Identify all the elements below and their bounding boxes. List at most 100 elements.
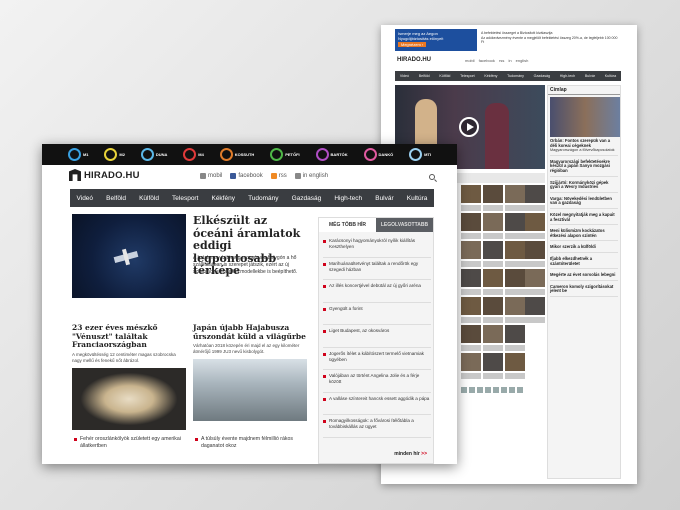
video-thumbnail[interactable] bbox=[525, 297, 545, 315]
nav-item[interactable]: Kékfény bbox=[211, 195, 235, 202]
headline-link[interactable]: A túlsúly évente majdnem félmillió rákos… bbox=[195, 436, 309, 449]
page-button[interactable] bbox=[501, 387, 507, 393]
news-item[interactable]: Karácsonyi hagyományokról nyílik kiállít… bbox=[323, 238, 431, 258]
channel-mti[interactable]: MTI bbox=[409, 148, 431, 161]
tab-most-read[interactable]: LEGOLVASOTTABB bbox=[376, 218, 433, 232]
video-thumbnail[interactable] bbox=[505, 185, 525, 203]
sidebar-news-title[interactable]: Varga: Növekedési lendületben van a gazd… bbox=[550, 196, 618, 206]
sidebar-news-title[interactable]: Cameron komoly szigorításokat jelent be bbox=[550, 284, 618, 294]
article-card[interactable]: Japán újabb Hajabusza űrszondát küld a v… bbox=[193, 323, 307, 421]
sidebar-news-item[interactable]: Ifjabb elkezdhetnék a szántóterületet bbox=[550, 256, 618, 270]
sidebar-news-title[interactable]: Orbán: Fontos szerepük van a déli koreai… bbox=[550, 138, 618, 148]
back-nav-item[interactable]: Külföld bbox=[439, 74, 450, 78]
channel-bartók[interactable]: BARTÓK bbox=[315, 148, 348, 161]
news-item[interactable]: A valláse színtereit hancsk essett aggód… bbox=[323, 396, 431, 415]
nav-item[interactable]: High-tech bbox=[334, 195, 362, 202]
video-thumbnail[interactable] bbox=[525, 213, 545, 231]
sidebar-news-title[interactable]: Magyarországi befektetésekre készül a ja… bbox=[550, 159, 618, 174]
video-thumbnail[interactable] bbox=[483, 353, 503, 371]
nav-item[interactable]: Bulvár bbox=[375, 195, 393, 202]
back-nav-item[interactable]: Videó bbox=[400, 74, 409, 78]
video-thumbnail[interactable] bbox=[461, 241, 481, 259]
channel-m4[interactable]: M4 bbox=[183, 148, 204, 161]
article-title[interactable]: 23 ezer éves mészkő "Vénuszt" találtak F… bbox=[72, 323, 186, 350]
headline-link[interactable]: Fehér oroszlánkölyök született egy ameri… bbox=[74, 436, 188, 449]
video-thumbnail[interactable] bbox=[505, 325, 525, 343]
news-item[interactable]: Az illés koncertjével debütál az új győr… bbox=[323, 283, 431, 303]
video-thumbnail[interactable] bbox=[461, 213, 481, 231]
facebook-link[interactable]: facebook bbox=[230, 173, 263, 179]
back-nav-item[interactable]: Belföld bbox=[419, 74, 430, 78]
search-icon[interactable] bbox=[429, 174, 435, 180]
video-thumbnail[interactable] bbox=[505, 241, 525, 259]
news-item[interactable]: Valójában az történt Angelina Jolie és a… bbox=[323, 373, 431, 393]
video-thumbnail[interactable] bbox=[483, 297, 503, 315]
sidebar-news-title[interactable]: Ifjabb elkezdhetnék a szántóterületet bbox=[550, 256, 618, 266]
sidebar-news-title[interactable]: Mikor szerzik a külföldi bbox=[550, 245, 618, 250]
video-thumbnail[interactable] bbox=[483, 185, 503, 203]
sidebar-news-title[interactable]: Közel megnyitatják meg a kapuit a feszti… bbox=[550, 212, 618, 222]
play-icon[interactable] bbox=[459, 117, 479, 137]
back-nav-item[interactable]: Telesport bbox=[460, 74, 475, 78]
news-item[interactable]: Liget Budapest, az okosváros bbox=[323, 328, 431, 348]
pagination[interactable] bbox=[461, 387, 545, 393]
english-link[interactable]: in english bbox=[294, 173, 328, 179]
video-thumbnail[interactable] bbox=[483, 241, 503, 259]
nav-item[interactable]: Kultúra bbox=[407, 195, 428, 202]
sidebar-news-item[interactable]: Varga: Növekedési lendületben van a gazd… bbox=[550, 196, 618, 209]
page-button[interactable] bbox=[477, 387, 483, 393]
article-image[interactable] bbox=[72, 367, 186, 430]
nav-item[interactable]: Belföld bbox=[106, 195, 126, 202]
video-thumbnail[interactable] bbox=[525, 185, 545, 203]
sidebar-news-item[interactable]: Magyarországi befektetésekre készül a ja… bbox=[550, 159, 618, 177]
article-card[interactable]: 23 ezer éves mészkő "Vénuszt" találtak F… bbox=[72, 323, 186, 430]
sidebar-news-item[interactable]: Megérte az évet sorsolás lebegni bbox=[550, 272, 618, 281]
lead-article-image[interactable] bbox=[72, 214, 186, 298]
article-image[interactable] bbox=[193, 359, 307, 421]
sidebar-news-title[interactable]: Meni külismizm kockázatos étkezési alapo… bbox=[550, 228, 618, 238]
page-button[interactable] bbox=[517, 387, 523, 393]
sidebar-news-item[interactable]: Szijjártó: Kormányközi gépek gyári a Wes… bbox=[550, 180, 618, 193]
channel-kossuth[interactable]: KOSSUTH bbox=[219, 148, 254, 161]
page-button[interactable] bbox=[461, 387, 467, 393]
page-button[interactable] bbox=[493, 387, 499, 393]
article-title[interactable]: Japán újabb Hajabusza űrszondát küld a v… bbox=[193, 323, 307, 341]
channel-dankó[interactable]: DANKÓ bbox=[363, 148, 393, 161]
news-item[interactable]: Marihuánaültetvényt találtak a rendőrök … bbox=[323, 261, 431, 280]
mobile-link[interactable]: mobil bbox=[200, 173, 222, 179]
channel-m1[interactable]: M1 bbox=[67, 148, 89, 161]
video-thumbnail[interactable] bbox=[525, 269, 545, 287]
tab-more-news[interactable]: MÉG TÖBB HÍR bbox=[319, 218, 376, 232]
back-toplinks[interactable]: mobil facebook rss in english bbox=[465, 58, 528, 63]
sidebar-news-item[interactable]: Cameron komoly szigorításokat jelent be bbox=[550, 284, 618, 297]
channel-petőfi[interactable]: PETŐFI bbox=[270, 148, 300, 161]
video-thumbnail[interactable] bbox=[505, 269, 525, 287]
all-news-link[interactable]: minden hír >> bbox=[394, 451, 427, 457]
video-thumbnail[interactable] bbox=[461, 353, 481, 371]
back-nav-item[interactable]: Kultúra bbox=[605, 74, 616, 78]
nav-item[interactable]: Telesport bbox=[172, 195, 198, 202]
video-thumbnail[interactable] bbox=[505, 213, 525, 231]
nav-item[interactable]: Videó bbox=[77, 195, 94, 202]
news-item[interactable]: Romagyilkosságok: a fővárosi Ítélőtábla … bbox=[323, 418, 431, 438]
page-button[interactable] bbox=[509, 387, 515, 393]
nav-item[interactable]: Külföld bbox=[139, 195, 159, 202]
video-thumbnail[interactable] bbox=[525, 241, 545, 259]
nav-item[interactable]: Gazdaság bbox=[292, 195, 322, 202]
sidebar-news-item[interactable]: Orbán: Fontos szerepük van a déli koreai… bbox=[550, 138, 618, 156]
video-thumbnail[interactable] bbox=[461, 325, 481, 343]
channel-m2[interactable]: M2 bbox=[104, 148, 125, 161]
sidebar-news-item[interactable]: Mikor szerzik a külföldi bbox=[550, 245, 618, 253]
sidebar-news-title[interactable]: Megérte az évet sorsolás lebegni bbox=[550, 272, 618, 278]
page-button[interactable] bbox=[485, 387, 491, 393]
sidebar-news-item[interactable]: Közel megnyitatják meg a kapuit a feszti… bbox=[550, 212, 618, 226]
ad-button[interactable]: Megnézem › bbox=[398, 42, 427, 47]
back-nav-item[interactable]: Kékfény bbox=[484, 74, 497, 78]
rss-link[interactable]: rss bbox=[270, 173, 287, 179]
video-thumbnail[interactable] bbox=[461, 269, 481, 287]
sidebar-lead-image[interactable] bbox=[550, 97, 620, 137]
video-thumbnail[interactable] bbox=[483, 325, 503, 343]
back-nav-item[interactable]: Gazdaság bbox=[534, 74, 550, 78]
back-nav-item[interactable]: High-tech bbox=[560, 74, 575, 78]
site-logo[interactable]: HIRADO.HU bbox=[69, 169, 140, 181]
